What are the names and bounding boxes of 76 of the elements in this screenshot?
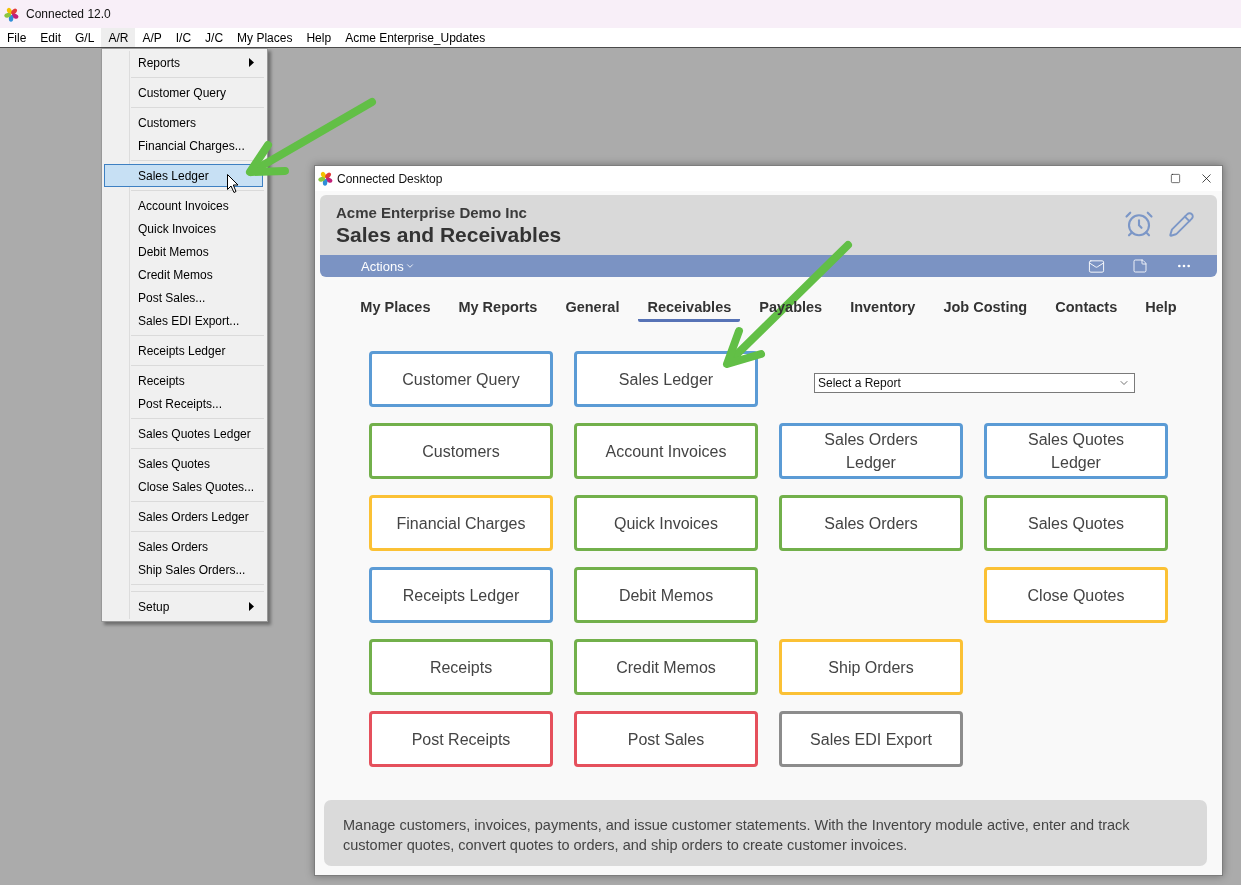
submenu-arrow-icon bbox=[249, 58, 254, 67]
menu-bar-item[interactable]: Acme Enterprise_Updates bbox=[338, 28, 493, 47]
company-name: Acme Enterprise Demo Inc bbox=[336, 204, 528, 222]
menu-item[interactable]: Close Sales Quotes... bbox=[104, 475, 263, 498]
shortcut-button[interactable]: Customer Query bbox=[369, 351, 553, 407]
menu-bar-item[interactable]: A/R bbox=[101, 28, 136, 47]
menu-item[interactable]: Debit Memos bbox=[104, 240, 263, 263]
menu-item[interactable]: Financial Charges... bbox=[104, 134, 263, 157]
menu-item[interactable]: Reports bbox=[104, 51, 263, 74]
menu-item[interactable]: Credit Memos bbox=[104, 263, 263, 286]
submenu-arrow-icon bbox=[249, 602, 254, 611]
shortcut-button[interactable]: Post Receipts bbox=[369, 711, 553, 767]
window-title: Connected Desktop bbox=[337, 171, 443, 186]
description-text: Manage customers, invoices, payments, and issue customer statements. With the Inventory module active, enter and track customer quotes, convert quotes to orders, and ship orders to create customer invoices. bbox=[343, 816, 1131, 855]
shortcut-button[interactable]: Sales Quotes bbox=[984, 495, 1168, 551]
page-title: Sales and Receivables bbox=[336, 222, 562, 248]
menu-item[interactable]: Receipts Ledger bbox=[104, 339, 263, 362]
tab[interactable]: Receivables bbox=[638, 290, 741, 322]
menu-item[interactable]: Post Sales... bbox=[104, 286, 263, 309]
tab[interactable]: Help bbox=[1136, 290, 1186, 322]
menu-bar-item[interactable]: Edit bbox=[33, 28, 69, 47]
shortcut-button[interactable]: Customers bbox=[369, 423, 553, 479]
shortcut-button[interactable]: Credit Memos bbox=[574, 639, 758, 695]
menu-item[interactable]: Sales Quotes Ledger bbox=[104, 422, 263, 445]
shortcut-button[interactable]: Sales Quotes Ledger bbox=[984, 423, 1168, 479]
menu-item[interactable]: Sales Quotes bbox=[104, 452, 263, 475]
tab[interactable]: Job Costing bbox=[934, 290, 1037, 322]
menu-bar-item[interactable]: A/P bbox=[135, 28, 169, 47]
shortcut-button[interactable]: Sales Orders Ledger bbox=[779, 423, 963, 479]
pencil-icon[interactable] bbox=[1168, 210, 1195, 238]
shortcut-button[interactable]: Ship Orders bbox=[779, 639, 963, 695]
app-logo-icon bbox=[318, 171, 333, 186]
maximize-icon bbox=[1170, 173, 1181, 184]
menu-bar-item[interactable]: G/L bbox=[68, 28, 102, 47]
menu-item[interactable]: Sales Orders bbox=[104, 535, 263, 558]
shortcut-button[interactable]: Financial Charges bbox=[369, 495, 553, 551]
shortcut-button[interactable]: Sales EDI Export bbox=[779, 711, 963, 767]
shortcut-button[interactable]: Sales Orders bbox=[779, 495, 963, 551]
menu-bar-item[interactable]: J/C bbox=[198, 28, 231, 47]
menu-item[interactable]: Customer Query bbox=[104, 81, 263, 104]
tab[interactable]: Inventory bbox=[841, 290, 925, 322]
shortcut-button[interactable]: Debit Memos bbox=[574, 567, 758, 623]
menu-item[interactable]: Sales EDI Export... bbox=[104, 309, 263, 332]
shortcut-button[interactable]: Receipts bbox=[369, 639, 553, 695]
report-select[interactable]: Select a Report bbox=[814, 373, 1135, 393]
menu-item[interactable]: Post Receipts... bbox=[104, 392, 263, 415]
app-logo-icon bbox=[4, 6, 19, 22]
menu-bar-item[interactable]: I/C bbox=[168, 28, 199, 47]
tab[interactable]: Contacts bbox=[1046, 290, 1127, 322]
menu-bar-item[interactable]: File bbox=[0, 28, 34, 47]
close-icon bbox=[1199, 171, 1214, 186]
menu-bar-item[interactable]: My Places bbox=[230, 28, 300, 47]
menu-item[interactable]: Account Invoices bbox=[104, 194, 263, 217]
envelope-icon[interactable] bbox=[1087, 257, 1105, 275]
shortcut-button[interactable]: Receipts Ledger bbox=[369, 567, 553, 623]
menu-item[interactable]: Setup bbox=[104, 595, 263, 618]
note-icon[interactable] bbox=[1132, 258, 1148, 274]
shortcut-button[interactable]: Sales Ledger bbox=[574, 351, 758, 407]
menu-item[interactable]: Ship Sales Orders... bbox=[104, 558, 263, 581]
menu-item[interactable]: Customers bbox=[104, 111, 263, 134]
app-title: Connected 12.0 bbox=[26, 7, 111, 21]
mouse-pointer-icon bbox=[227, 174, 239, 193]
menu-item[interactable]: Sales Ledger bbox=[104, 164, 263, 187]
tab[interactable]: My Reports bbox=[449, 290, 547, 322]
shortcut-button[interactable]: Quick Invoices bbox=[574, 495, 758, 551]
alarm-clock-icon[interactable] bbox=[1124, 209, 1154, 239]
shortcut-button[interactable]: Account Invoices bbox=[574, 423, 758, 479]
menu-bar-item[interactable]: Help bbox=[299, 28, 339, 47]
shortcut-button[interactable]: Post Sales bbox=[574, 711, 758, 767]
tab[interactable]: My Places bbox=[351, 290, 440, 322]
shortcut-button[interactable]: Close Quotes bbox=[984, 567, 1168, 623]
menu-item[interactable]: Sales Orders Ledger bbox=[104, 505, 263, 528]
menu-item[interactable]: Quick Invoices bbox=[104, 217, 263, 240]
tab[interactable]: General bbox=[556, 290, 629, 322]
chevron-down-icon bbox=[404, 261, 415, 271]
menu-item[interactable]: Receipts bbox=[104, 369, 263, 392]
